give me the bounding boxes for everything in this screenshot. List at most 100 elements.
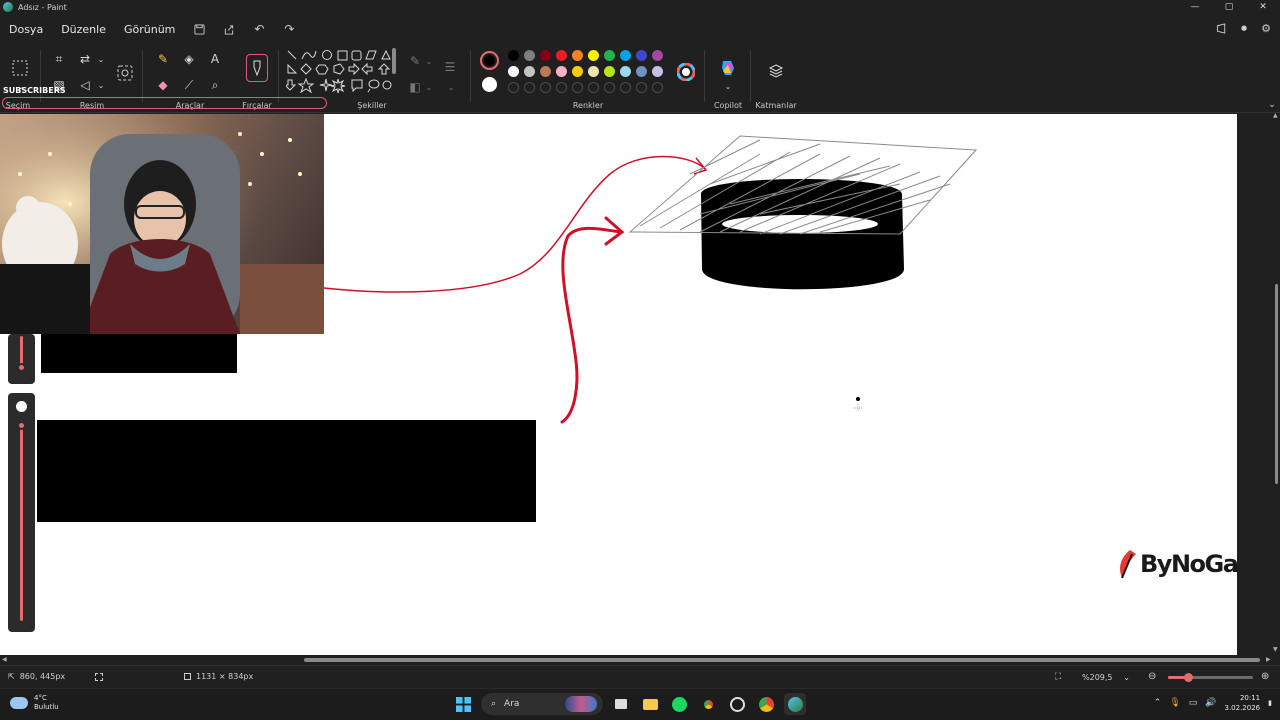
custom-color-slot[interactable]: [652, 82, 663, 93]
color-swatch[interactable]: [508, 50, 519, 61]
file-explorer-icon[interactable]: [639, 693, 661, 715]
task-view-icon[interactable]: [610, 693, 632, 715]
color-swatch[interactable]: [572, 66, 583, 77]
close-button[interactable]: ✕: [1246, 0, 1280, 14]
scroll-left-icon[interactable]: ◀: [2, 656, 7, 663]
brush-size-slider[interactable]: [8, 334, 35, 384]
undo-icon[interactable]: ↶: [244, 18, 274, 40]
color-swatch[interactable]: [604, 50, 615, 61]
settings-icon[interactable]: ⚙: [1258, 20, 1274, 36]
menu-view[interactable]: Görünüm: [115, 23, 184, 36]
color-swatch[interactable]: [652, 66, 663, 77]
chevron-down-icon[interactable]: ⌄: [420, 78, 438, 96]
custom-color-slot[interactable]: [588, 82, 599, 93]
color-swatch[interactable]: [524, 66, 535, 77]
color-swatch[interactable]: [636, 50, 647, 61]
maximize-button[interactable]: ▢: [1212, 0, 1246, 14]
color-swatch[interactable]: [556, 66, 567, 77]
magnifier-icon[interactable]: ⌕: [206, 76, 224, 94]
color-swatch[interactable]: [540, 66, 551, 77]
paint-taskbar-icon[interactable]: [784, 693, 806, 715]
scroll-up-icon[interactable]: ▲: [1273, 112, 1278, 119]
primary-color[interactable]: [480, 51, 499, 70]
chrome-icon[interactable]: [697, 693, 719, 715]
edit-colors-icon[interactable]: [676, 62, 696, 82]
zoom-in-icon[interactable]: ⊕: [1261, 671, 1269, 682]
shapes-gallery[interactable]: [286, 49, 396, 95]
custom-color-slot[interactable]: [604, 82, 615, 93]
color-swatch[interactable]: [604, 66, 615, 77]
taskbar-search[interactable]: ⌕ Ara: [481, 693, 603, 715]
color-swatch[interactable]: [588, 66, 599, 77]
menu-file[interactable]: Dosya: [0, 23, 52, 36]
custom-color-slot[interactable]: [540, 82, 551, 93]
zoom-slider[interactable]: [1168, 673, 1253, 682]
color-swatch[interactable]: [540, 50, 551, 61]
feedback-icon[interactable]: [1214, 20, 1230, 36]
color-swatch[interactable]: [524, 50, 535, 61]
account-icon[interactable]: ●: [1236, 20, 1252, 36]
zoom-select[interactable]: %209,5 ⌄: [1076, 669, 1136, 685]
menu-edit[interactable]: Düzenle: [52, 23, 115, 36]
color-swatch[interactable]: [572, 50, 583, 61]
color-swatch[interactable]: [620, 66, 631, 77]
opacity-slider[interactable]: [8, 393, 35, 632]
share-icon[interactable]: [214, 18, 244, 40]
scroll-down-icon[interactable]: ▼: [1273, 646, 1278, 653]
notifications-icon[interactable]: ▮: [1268, 699, 1272, 707]
color-swatch[interactable]: [556, 50, 567, 61]
obs-icon[interactable]: [726, 693, 748, 715]
custom-color-slot[interactable]: [508, 82, 519, 93]
minimize-button[interactable]: —: [1178, 0, 1212, 14]
microphone-icon[interactable]: 🎙: [1169, 698, 1180, 708]
color-swatch[interactable]: [508, 66, 519, 77]
clock[interactable]: 20:11 3.02.2026: [1225, 693, 1261, 713]
network-icon[interactable]: ▭: [1189, 698, 1198, 708]
layers-icon[interactable]: [767, 62, 785, 80]
opacity-knob[interactable]: [17, 421, 26, 430]
color-swatch[interactable]: [588, 50, 599, 61]
weather-widget[interactable]: 4°C Bulutlu: [10, 694, 59, 712]
redo-icon[interactable]: ↷: [274, 18, 304, 40]
chevron-down-icon[interactable]: ⌄: [442, 78, 460, 96]
pencil-icon[interactable]: ✎: [154, 50, 172, 68]
crop-icon[interactable]: ⌗: [50, 50, 68, 68]
start-button[interactable]: [452, 693, 474, 715]
spotify-icon[interactable]: [668, 693, 690, 715]
fill-bucket-icon[interactable]: ◈: [180, 50, 198, 68]
horizontal-scroll-thumb[interactable]: [304, 658, 1260, 662]
image-select-icon[interactable]: [114, 62, 136, 84]
chevron-down-icon[interactable]: ⌄: [92, 50, 110, 68]
text-tool-icon[interactable]: A: [206, 50, 224, 68]
custom-color-slot[interactable]: [620, 82, 631, 93]
copilot-icon[interactable]: [718, 58, 738, 78]
color-swatch[interactable]: [652, 50, 663, 61]
chevron-down-icon[interactable]: ⌄: [719, 77, 737, 95]
volume-icon[interactable]: 🔊: [1205, 698, 1216, 708]
chevron-down-icon[interactable]: ⌄: [92, 76, 110, 94]
vertical-scrollbar[interactable]: ▲ ▼: [1237, 112, 1280, 655]
scroll-right-icon[interactable]: ▶: [1266, 656, 1271, 663]
eraser-icon[interactable]: ◆: [154, 76, 172, 94]
brush-icon[interactable]: [246, 54, 268, 82]
custom-color-slot[interactable]: [524, 82, 535, 93]
shapes-scrollbar[interactable]: [392, 48, 396, 74]
select-rectangle-icon[interactable]: [10, 58, 30, 78]
horizontal-scrollbar[interactable]: ◀ ▶: [0, 655, 1280, 665]
vertical-scroll-thumb[interactable]: [1275, 284, 1278, 484]
chevron-up-icon[interactable]: ⌃: [1154, 698, 1162, 708]
color-swatch[interactable]: [636, 66, 647, 77]
stroke-size-icon[interactable]: ☰: [440, 58, 460, 76]
custom-color-slot[interactable]: [636, 82, 647, 93]
custom-color-slot[interactable]: [556, 82, 567, 93]
chrome-profile-icon[interactable]: [755, 693, 777, 715]
color-picker-icon[interactable]: ⟋: [180, 76, 198, 94]
save-icon[interactable]: [184, 18, 214, 40]
fit-to-window-icon[interactable]: ⛶: [1055, 672, 1061, 682]
color-swatch[interactable]: [620, 50, 631, 61]
brush-size-knob[interactable]: [17, 363, 26, 372]
zoom-out-icon[interactable]: ⊖: [1148, 671, 1156, 682]
custom-color-slot[interactable]: [572, 82, 583, 93]
chevron-down-icon[interactable]: ⌄: [420, 52, 438, 70]
secondary-color[interactable]: [482, 77, 497, 92]
